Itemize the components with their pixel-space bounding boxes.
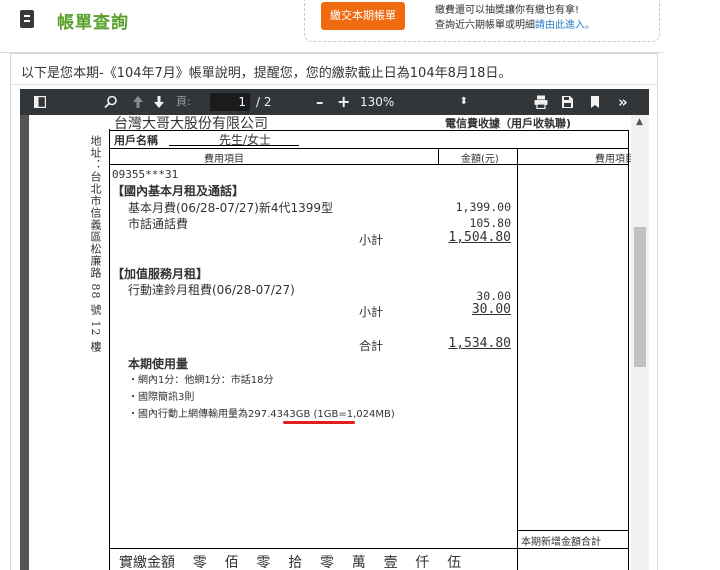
- zoom-value: 130%: [360, 95, 395, 109]
- pdf-viewer: 頁: 1 / 2 – + 130% ⬍ » 地址：台北市信義區松廉路 88 號 …: [20, 89, 649, 570]
- page-current: 1: [238, 95, 246, 109]
- column-header-amount: 金額(元): [461, 154, 499, 165]
- sidebar-toggle-icon[interactable]: [34, 96, 46, 108]
- promo-box: 繳交本期帳單 繳費還可以抽獎讓你有繳也有拿! 查詢近六期帳單或明細請由此進入。: [304, 0, 660, 42]
- more-tools-icon[interactable]: »: [618, 89, 628, 115]
- bill-notice: 以下是您本期-《104年7月》帳單說明，提醒您，您的繳款截止日為104年8月18…: [21, 66, 512, 81]
- pdf-toolbar: 頁: 1 / 2 – + 130% ⬍ »: [20, 89, 649, 115]
- zoom-out-button[interactable]: –: [316, 89, 324, 115]
- zoom-in-button[interactable]: +: [337, 89, 350, 115]
- section-title-basic: 【國內基本月租及通話】: [112, 184, 245, 198]
- save-icon[interactable]: [561, 95, 574, 109]
- zoom-select[interactable]: 130% ⬍: [356, 93, 476, 111]
- promo-history-link[interactable]: 請由此進入。: [535, 20, 595, 31]
- chevron-up-icon[interactable]: ▲: [636, 117, 643, 127]
- promo-history-text: 查詢近六期帳單或明細請由此進入。: [435, 20, 595, 31]
- divider: [109, 130, 629, 131]
- new-total-label: 本期新增金額合計: [521, 537, 601, 548]
- page-total: / 2: [256, 95, 272, 109]
- column-header-items-right: 費用項目: [595, 154, 631, 165]
- bill-inquiry-page: 帳單查詢 繳交本期帳單 繳費還可以抽獎讓你有繳也有拿! 查詢近六期帳單或明細請由…: [0, 0, 720, 570]
- usage-data-value: 297.4343GB: [248, 409, 311, 420]
- bill-icon: [20, 10, 34, 28]
- chevron-down-icon: ⬍: [459, 96, 468, 107]
- line-item-amount: 1,399.00: [455, 200, 511, 214]
- line-item-label: 行動達鈴月租費(06/28-07/27): [128, 283, 295, 297]
- divider: [109, 148, 629, 149]
- subtotal-label: 小計: [359, 305, 384, 319]
- line-item-amount: 105.80: [469, 216, 511, 230]
- total-label: 合計: [359, 339, 384, 353]
- page-number-input[interactable]: 1: [210, 93, 250, 111]
- subtotal-label: 小計: [359, 233, 384, 247]
- usage-item: ・網內1分：他網1分：市話18分: [128, 375, 274, 386]
- column-divider: [438, 149, 439, 165]
- column-divider: [517, 149, 518, 570]
- column-header-items: 費用項目: [204, 154, 244, 165]
- usage-data-suffix: (1GB=1,024MB): [310, 409, 395, 420]
- pdf-page: 地址：台北市信義區松廉路 88 號 12 樓 台灣大哥大股份有限公司 電信費收據…: [29, 115, 631, 570]
- arrow-up-icon[interactable]: [132, 95, 144, 109]
- section-title-vas: 【加值服務月租】: [112, 267, 209, 281]
- receipt-title: 電信費收據（用戶收執聯): [445, 117, 572, 130]
- usage-item: ・國際簡訊3則: [128, 392, 195, 403]
- divider: [517, 530, 629, 531]
- scrollbar-thumb[interactable]: [634, 227, 646, 367]
- pay-bill-button[interactable]: 繳交本期帳單: [321, 2, 405, 30]
- total-amount: 1,534.80: [448, 336, 511, 351]
- divider: [109, 164, 629, 165]
- highlight-underline: [283, 421, 355, 424]
- subtotal-amount: 30.00: [471, 302, 511, 317]
- scrollbar[interactable]: ▲: [631, 115, 649, 570]
- line-item-label: 市話通話費: [128, 217, 189, 231]
- address-vertical: 地址：台北市信義區松廉路 88 號 12 樓: [89, 135, 102, 353]
- search-icon[interactable]: [104, 95, 118, 109]
- usage-title: 本期使用量: [128, 357, 189, 371]
- left-border: [109, 129, 110, 570]
- page-title: 帳單查詢: [57, 13, 129, 33]
- divider: [109, 548, 629, 549]
- page-label: 頁:: [176, 95, 191, 108]
- bill-panel: 以下是您本期-《104年7月》帳單說明，提醒您，您的繳款截止日為104年8月18…: [10, 53, 658, 570]
- right-border: [628, 130, 629, 570]
- line-item-amount: 30.00: [476, 289, 511, 303]
- usage-data-prefix: ・國內行動上網傳輸用量為: [128, 409, 248, 420]
- header: 帳單查詢 繳交本期帳單 繳費還可以抽獎讓你有繳也有拿! 查詢近六期帳單或明細請由…: [0, 0, 665, 42]
- print-icon[interactable]: [534, 95, 548, 109]
- phone-number: 09355***31: [112, 168, 179, 181]
- subtotal-amount: 1,504.80: [448, 230, 511, 245]
- customer-label: 用戶名稱: [114, 134, 158, 147]
- divider: [11, 84, 657, 85]
- customer-underline: [169, 145, 299, 146]
- bookmark-icon[interactable]: [590, 95, 600, 109]
- arrow-down-icon[interactable]: [153, 95, 165, 109]
- promo-text: 繳費還可以抽獎讓你有繳也有拿!: [435, 5, 580, 16]
- paid-amount-row: 實繳金額 零 佰 零 拾 零 萬 壹 仟 伍: [119, 555, 462, 570]
- usage-item-data: ・國內行動上網傳輸用量為297.4343GB (1GB=1,024MB): [128, 405, 395, 420]
- line-item-label: 基本月費(06/28-07/27)新4代1399型: [128, 201, 334, 215]
